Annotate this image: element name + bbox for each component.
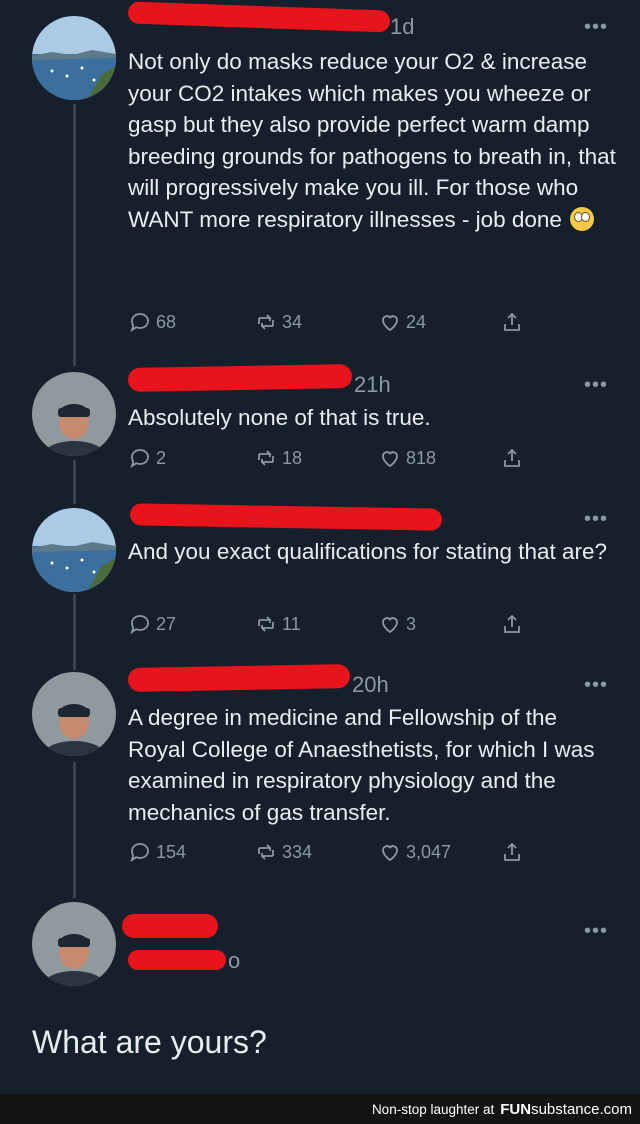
- reply-icon: [130, 313, 149, 333]
- reply-button[interactable]: 68: [128, 310, 176, 334]
- reply-button[interactable]: 27: [128, 612, 176, 636]
- tweet-text: Not only do masks reduce your O2 & incre…: [128, 49, 616, 232]
- retweet-icon: [258, 616, 274, 632]
- reply-icon: [130, 449, 149, 469]
- like-button[interactable]: 3: [378, 612, 416, 636]
- avatar[interactable]: [32, 508, 116, 592]
- more-options-icon[interactable]: •••: [584, 674, 608, 697]
- tweet-text: And you exact qualifications for stating…: [128, 539, 608, 564]
- retweet-count: 334: [282, 841, 313, 862]
- redacted-name: [127, 1, 391, 33]
- more-options-icon[interactable]: •••: [584, 920, 608, 943]
- tweet-actions: 154 334 3,047: [128, 840, 548, 870]
- heart-icon: [382, 451, 398, 468]
- handle-fragment: o: [228, 948, 241, 973]
- man-in-beanie-image: [32, 372, 116, 456]
- reply-count: 27: [156, 613, 177, 634]
- funsubstance-logo[interactable]: FUNsubstance.com: [500, 1101, 632, 1118]
- reply-icon: [130, 843, 149, 863]
- redacted-name: [122, 914, 218, 938]
- redacted-handle: [128, 950, 226, 970]
- retweet-count: 11: [282, 613, 301, 634]
- man-in-beanie-image: [32, 672, 116, 756]
- tweet-actions: 68 34 24: [128, 310, 548, 340]
- avatar[interactable]: [32, 902, 116, 986]
- like-button[interactable]: 24: [378, 310, 426, 334]
- watermark-footer: Non-stop laughter at FUNsubstance.com: [0, 1094, 640, 1124]
- reply-button[interactable]: 154: [128, 840, 186, 864]
- tweet[interactable]: ••• And you exact qualifications for sta…: [0, 500, 640, 660]
- like-count: 3: [406, 613, 417, 634]
- retweet-button[interactable]: 18: [254, 446, 302, 470]
- reply-icon: [130, 615, 149, 635]
- retweet-count: 18: [282, 447, 303, 468]
- share-button[interactable]: [500, 840, 524, 864]
- retweet-button[interactable]: 334: [254, 840, 312, 864]
- tweet-time: 20h: [352, 672, 389, 697]
- share-button[interactable]: [500, 446, 524, 470]
- man-in-beanie-image: [32, 902, 116, 986]
- share-icon: [504, 842, 520, 861]
- retweet-icon: [258, 314, 274, 330]
- tweet[interactable]: 20h ••• A degree in medicine and Fellows…: [0, 664, 640, 894]
- retweet-icon: [258, 844, 274, 860]
- reply-count: 68: [156, 311, 177, 332]
- reply-count: 154: [156, 841, 187, 862]
- tweet-time: 21h: [354, 372, 391, 397]
- more-options-icon[interactable]: •••: [584, 508, 608, 531]
- share-icon: [504, 448, 520, 467]
- eye-roll-emoji-icon: [570, 206, 595, 231]
- like-count: 818: [406, 447, 437, 468]
- tweet-time: 1d: [390, 14, 415, 39]
- more-options-icon[interactable]: •••: [584, 16, 608, 39]
- retweet-button[interactable]: 34: [254, 310, 302, 334]
- tweet-text: A degree in medicine and Fellowship of t…: [128, 705, 595, 825]
- share-button[interactable]: [500, 310, 524, 334]
- avatar[interactable]: [32, 16, 116, 100]
- coastal-landscape-image: [32, 16, 116, 100]
- footer-tagline: Non-stop laughter at: [371, 1101, 495, 1117]
- retweet-button[interactable]: 11: [254, 612, 301, 636]
- avatar[interactable]: [32, 672, 116, 756]
- share-icon: [504, 614, 520, 633]
- redacted-name: [127, 664, 351, 692]
- tweet-actions: 27 11 3: [128, 612, 548, 642]
- coastal-landscape-image: [32, 508, 116, 592]
- reply-button[interactable]: 2: [128, 446, 166, 470]
- retweet-icon: [258, 450, 274, 466]
- share-button[interactable]: [500, 612, 524, 636]
- tweet-text: Absolutely none of that is true.: [128, 405, 431, 430]
- caption-question: What are yours?: [32, 1024, 267, 1060]
- heart-icon: [382, 617, 398, 634]
- redacted-name: [127, 364, 353, 392]
- retweet-count: 34: [282, 311, 303, 332]
- reply-count: 2: [156, 447, 167, 468]
- like-count: 3,047: [406, 841, 452, 862]
- like-button[interactable]: 3,047: [378, 840, 451, 864]
- tweet[interactable]: 21h ••• Absolutely none of that is true.…: [0, 364, 640, 494]
- tweet[interactable]: 1d ••• Not only do masks reduce your O2 …: [0, 0, 640, 360]
- redacted-name: [129, 503, 443, 531]
- tweet-actions: 2 18 818: [128, 446, 548, 476]
- share-icon: [504, 312, 520, 331]
- like-count: 24: [406, 311, 427, 332]
- avatar[interactable]: [32, 372, 116, 456]
- like-button[interactable]: 818: [378, 446, 436, 470]
- tweet[interactable]: o •••: [0, 898, 640, 998]
- heart-icon: [382, 315, 398, 332]
- heart-icon: [382, 845, 398, 862]
- more-options-icon[interactable]: •••: [584, 374, 608, 397]
